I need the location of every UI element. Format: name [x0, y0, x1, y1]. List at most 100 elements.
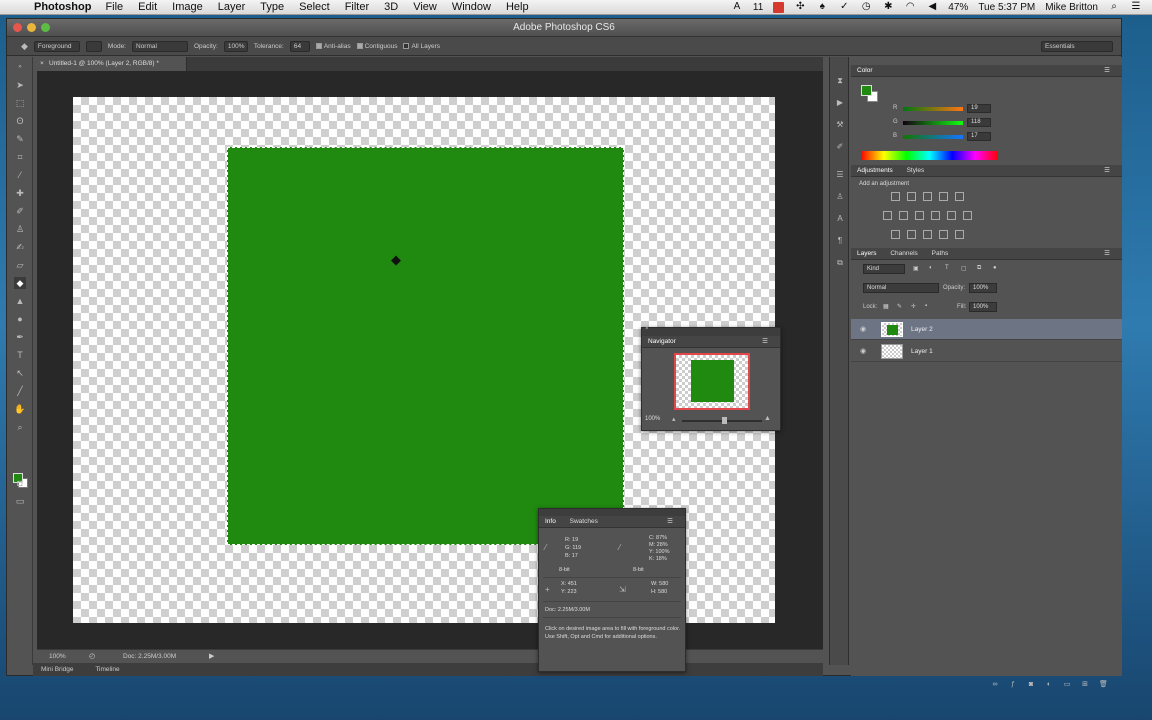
actions-panel-icon[interactable]: ▶: [834, 97, 846, 109]
navigator-slider-thumb[interactable]: [722, 417, 727, 424]
channel-b-slider[interactable]: [903, 135, 963, 139]
check-icon[interactable]: ✓: [838, 1, 850, 13]
notification-center-icon[interactable]: ☰: [1130, 1, 1142, 13]
color-lookup-icon[interactable]: [963, 211, 972, 220]
eyedropper-tool-icon[interactable]: ⁄: [14, 169, 26, 181]
menu-layer[interactable]: Layer: [218, 1, 246, 13]
hue-saturation-icon[interactable]: [883, 211, 892, 220]
channel-r-input[interactable]: 19: [967, 104, 991, 113]
zoom-tool-icon[interactable]: ⌕: [14, 421, 26, 433]
battery-readout[interactable]: 47%: [948, 2, 968, 13]
photo-filter-icon[interactable]: [931, 211, 940, 220]
navigator-drag-bar[interactable]: ×: [642, 326, 780, 336]
contiguous-checkbox[interactable]: Contiguous: [356, 43, 397, 50]
collapse-arrows-icon[interactable]: »: [14, 61, 26, 73]
opacity-input[interactable]: 100%: [223, 40, 248, 52]
tab-info[interactable]: Info: [545, 518, 556, 525]
link-layers-icon[interactable]: ∞: [991, 681, 999, 689]
channel-g-input[interactable]: 118: [967, 118, 991, 127]
menu-file[interactable]: File: [105, 1, 123, 13]
dropbox-icon[interactable]: ✣: [794, 1, 806, 13]
hand-tool-icon[interactable]: ✋: [14, 403, 26, 415]
notification-count[interactable]: 11: [753, 2, 763, 13]
workspace-select[interactable]: Essentials: [1041, 40, 1113, 52]
filter-adjustment-icon[interactable]: ◐: [929, 265, 933, 271]
green-fill-selection[interactable]: [227, 147, 624, 545]
channel-g-slider[interactable]: [903, 121, 963, 125]
properties-panel-icon[interactable]: ☰: [834, 169, 846, 181]
minimize-window-button[interactable]: [27, 23, 36, 32]
document-tab[interactable]: × Untitled-1 @ 100% (Layer 2, RGB/8) *: [37, 57, 187, 71]
menu-3d[interactable]: 3D: [384, 1, 398, 13]
anti-alias-checkbox[interactable]: Anti-alias: [315, 43, 351, 50]
blend-mode-select[interactable]: Normal: [863, 283, 939, 293]
paint-bucket-icon[interactable]: ◆: [21, 41, 28, 52]
layer-name[interactable]: Layer 2: [911, 319, 933, 340]
layer-name[interactable]: Layer 1: [911, 341, 933, 362]
evernote-icon[interactable]: [773, 1, 785, 13]
dodge-tool-icon[interactable]: ●: [14, 313, 26, 325]
zoom-readout[interactable]: 100%: [49, 650, 66, 664]
navigator-zoom-input[interactable]: 100%: [645, 416, 661, 422]
close-window-button[interactable]: [13, 23, 22, 32]
filter-shape-icon[interactable]: ▢: [961, 265, 967, 272]
color-spectrum-bar[interactable]: [861, 151, 998, 160]
color-balance-icon[interactable]: [899, 211, 908, 220]
zoom-in-icon[interactable]: ▲: [764, 415, 771, 422]
menu-filter[interactable]: Filter: [345, 1, 369, 13]
pen-tool-icon[interactable]: ✒: [14, 331, 26, 343]
spotlight-icon[interactable]: ⌕: [1108, 1, 1120, 13]
info-drag-bar[interactable]: [539, 509, 685, 516]
layer-filter-select[interactable]: Kind: [863, 264, 905, 274]
panel-menu-icon[interactable]: ☰: [1104, 165, 1110, 177]
panel-menu-icon[interactable]: ☰: [667, 516, 673, 528]
menu-edit[interactable]: Edit: [138, 1, 157, 13]
selective-color-icon[interactable]: [955, 230, 964, 239]
export-icon[interactable]: ◴: [89, 650, 95, 664]
clone-stamp-tool-icon[interactable]: ♙: [14, 223, 26, 235]
black-white-icon[interactable]: [915, 211, 924, 220]
marquee-tool-icon[interactable]: ⬚: [14, 97, 26, 109]
paint-bucket-tool-icon[interactable]: ◆: [14, 277, 26, 289]
brightness-contrast-icon[interactable]: [891, 192, 900, 201]
crop-tool-icon[interactable]: ⌗: [14, 151, 26, 163]
tab-timeline[interactable]: Timeline: [95, 666, 119, 673]
all-layers-checkbox[interactable]: All Layers: [403, 43, 440, 50]
eye-icon[interactable]: ◉: [860, 319, 866, 340]
history-brush-tool-icon[interactable]: ✍: [14, 241, 26, 253]
tab-navigator[interactable]: Navigator: [648, 338, 676, 345]
menu-window[interactable]: Window: [452, 1, 491, 13]
channel-b-input[interactable]: 17: [967, 132, 991, 141]
vibrance-icon[interactable]: [955, 192, 964, 201]
invert-icon[interactable]: [891, 230, 900, 239]
tool-presets-icon[interactable]: ⚒: [834, 119, 846, 131]
quick-select-tool-icon[interactable]: ✎: [14, 133, 26, 145]
zoom-out-icon[interactable]: ▴: [672, 415, 676, 423]
bell-icon[interactable]: ♠: [816, 1, 828, 13]
new-layer-icon[interactable]: ⊞: [1081, 681, 1089, 689]
sync-icon[interactable]: ◷: [860, 1, 872, 13]
lasso-tool-icon[interactable]: ʘ: [14, 115, 26, 127]
blur-tool-icon[interactable]: ▲: [14, 295, 26, 307]
new-group-icon[interactable]: ▭: [1063, 681, 1071, 689]
volume-icon[interactable]: ◀: [926, 1, 938, 13]
menu-image[interactable]: Image: [172, 1, 203, 13]
lock-image-icon[interactable]: ✎: [897, 303, 902, 310]
color-foreground-swatch[interactable]: [861, 85, 872, 96]
add-mask-icon[interactable]: ◙: [1027, 681, 1035, 689]
shape-tool-icon[interactable]: ╱: [14, 385, 26, 397]
close-tab-icon[interactable]: ×: [40, 57, 44, 71]
tab-layers[interactable]: Layers: [857, 250, 877, 257]
adobe-cc-icon[interactable]: A: [731, 1, 743, 13]
zoom-window-button[interactable]: [41, 23, 50, 32]
tab-mini-bridge[interactable]: Mini Bridge: [41, 666, 74, 673]
tab-styles[interactable]: Styles: [907, 167, 925, 174]
app-menu[interactable]: Photoshop: [34, 1, 91, 13]
lock-transparent-icon[interactable]: ▦: [883, 303, 889, 310]
tolerance-input[interactable]: 64: [289, 40, 310, 52]
path-selection-tool-icon[interactable]: ↖: [14, 367, 26, 379]
filter-toggle-icon[interactable]: ●: [993, 265, 997, 271]
layer-style-icon[interactable]: ƒ: [1009, 681, 1017, 689]
history-panel-icon[interactable]: ⧗: [834, 75, 846, 87]
quick-mask-icon[interactable]: ◘: [14, 477, 26, 489]
